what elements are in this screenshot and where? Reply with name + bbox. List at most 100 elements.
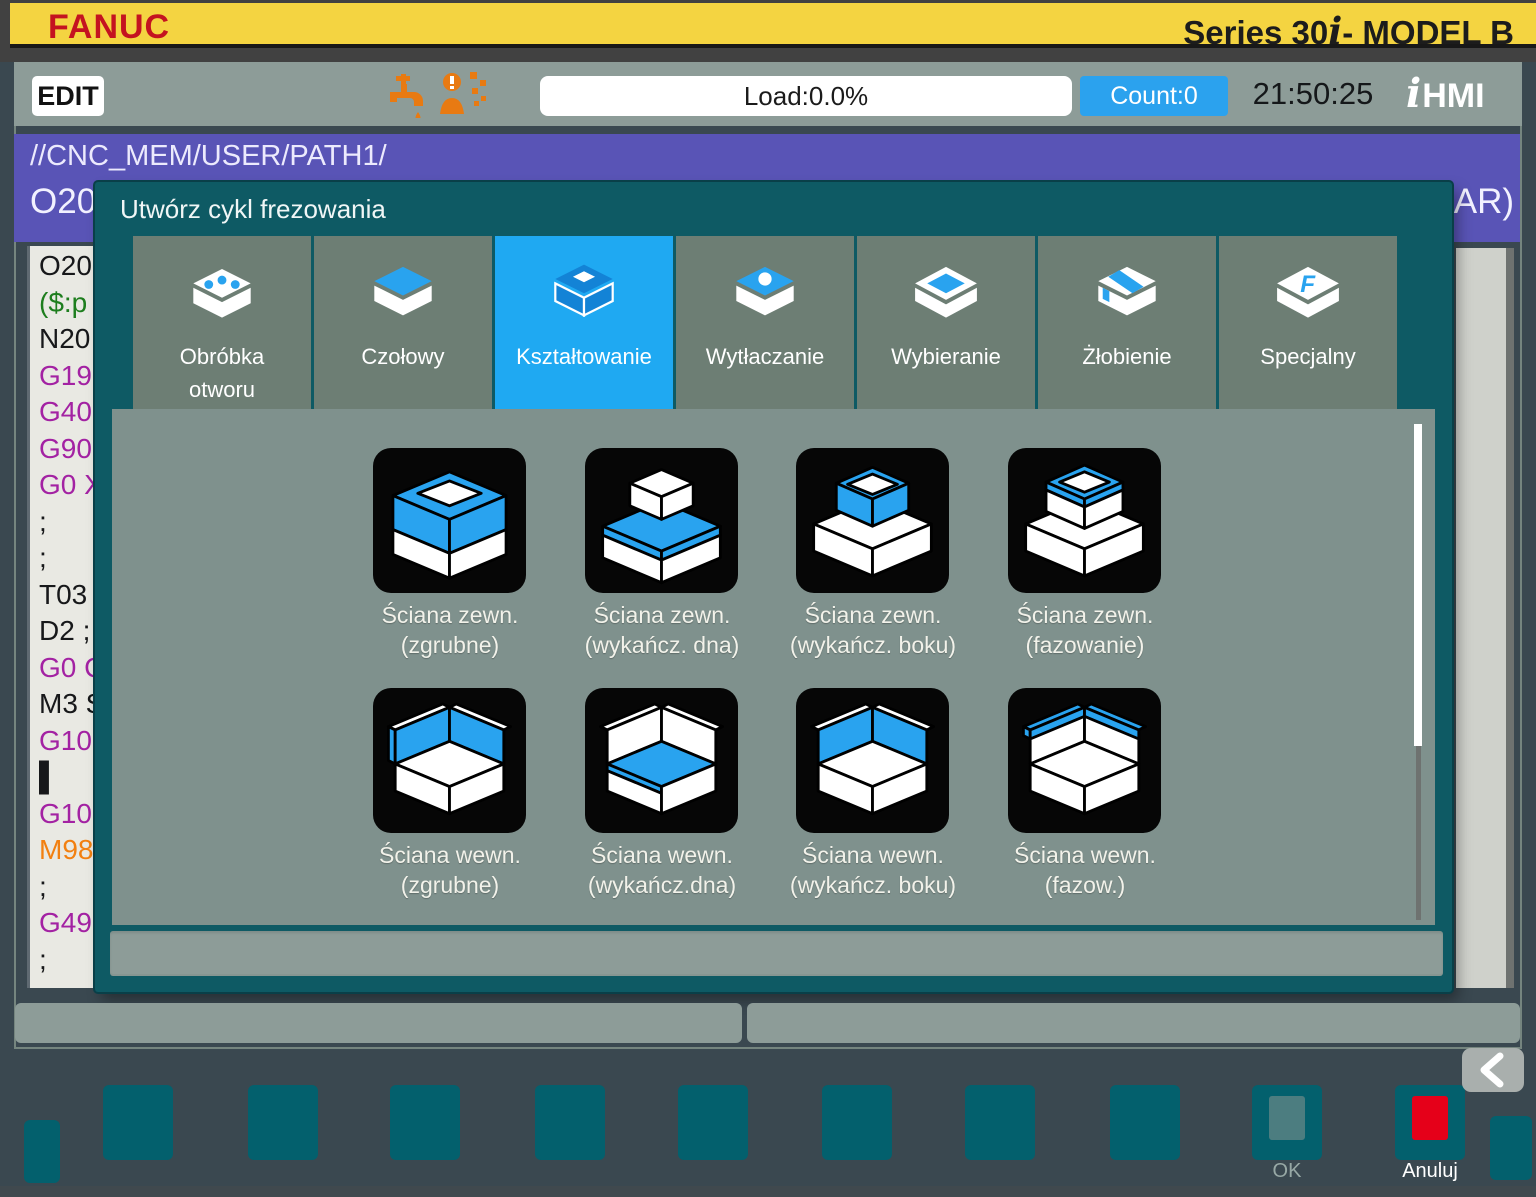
cycle-tile-outer-bottom-finish[interactable]: [585, 448, 738, 593]
series-model-label: Series 30i- MODEL B: [1183, 9, 1514, 53]
fanuc-ihmi-screen: FANUC Series 30i- MODEL B EDIT Load:0.: [0, 0, 1536, 1197]
code-line: G0 C: [39, 652, 101, 684]
dialog-title: Utwórz cykl frezowania: [120, 194, 386, 225]
outer-wall-side-finish-icon: [804, 456, 941, 585]
softkey-blank-8[interactable]: [1110, 1085, 1180, 1160]
code-line: ;: [39, 542, 47, 574]
softkey-blank-4[interactable]: [535, 1085, 605, 1160]
tab-label: Kształtowanie: [495, 340, 673, 373]
message-bar-left: [15, 1003, 742, 1043]
tab-obrobka-otworu[interactable]: Obróbka otworu: [133, 236, 311, 409]
softkey-right-edge[interactable]: [1490, 1116, 1532, 1180]
status-bar: EDIT Load:0.0% Count:0 21:50:25 iHMI: [14, 62, 1522, 126]
dialog-scrollbar-track: [1416, 746, 1421, 920]
program-editor[interactable]: O20 ($:p N20 G19 G40 G90 G0 X ; ; T03 D2…: [27, 246, 101, 988]
softkey-blank-5[interactable]: [678, 1085, 748, 1160]
cancel-label: Anuluj: [1385, 1160, 1475, 1183]
program-number: O20: [30, 182, 96, 222]
tile-label: Ściana wewn.(wykańcz. boku): [753, 840, 993, 900]
softkey-blank-6[interactable]: [822, 1085, 892, 1160]
code-line: ;: [39, 944, 47, 976]
softkey-cancel[interactable]: [1395, 1085, 1465, 1160]
cycle-tile-inner-side-finish[interactable]: [796, 688, 949, 833]
mode-indicator[interactable]: EDIT: [32, 76, 104, 116]
milling-cycle-dialog: Utwórz cykl frezowania Obróbka otworu Cz…: [95, 182, 1452, 992]
tab-label: Obróbka otworu: [133, 340, 311, 406]
tile-label: Ściana zewn.(wykańcz. dna): [542, 600, 782, 660]
tab-czolowy[interactable]: Czołowy: [314, 236, 492, 409]
embossing-iso-icon: [728, 258, 802, 322]
code-line: M3 S: [39, 688, 101, 720]
code-line: ($:p: [39, 287, 87, 319]
brand-strip: FANUC Series 30i- MODEL B: [10, 3, 1536, 48]
code-line: O20: [39, 250, 92, 282]
tile-label: Ściana zewn.(zgrubne): [330, 600, 570, 660]
facing-iso-icon: [366, 258, 440, 322]
code-line: T03: [39, 579, 87, 611]
tile-label: Ściana wewn.(fazow.): [965, 840, 1205, 900]
inner-wall-rough-icon: [381, 696, 518, 825]
cancel-key-face: [1412, 1096, 1448, 1140]
ok-key-face: [1269, 1096, 1305, 1140]
collapse-softkeys-button[interactable]: [1462, 1048, 1524, 1092]
ihmi-logo: iHMI: [1406, 70, 1485, 117]
tab-label: Żłobienie: [1038, 340, 1216, 373]
code-line: M98: [39, 834, 93, 866]
chevron-left-icon: [1462, 1048, 1524, 1092]
code-line: G0 X: [39, 469, 101, 501]
dialog-scrollbar-thumb[interactable]: [1414, 424, 1422, 746]
softkey-blank-3[interactable]: [390, 1085, 460, 1160]
tab-ksztaltowanie[interactable]: Kształtowanie: [495, 236, 673, 409]
text-cursor: ▌: [39, 761, 59, 793]
cycle-tile-outer-rough[interactable]: [373, 448, 526, 593]
operator-alarm-icon: [434, 68, 490, 122]
cycle-tile-inner-rough[interactable]: [373, 688, 526, 833]
outer-wall-bottom-finish-icon: [593, 456, 730, 585]
top-brand-bar: FANUC Series 30i- MODEL B: [0, 0, 1536, 62]
tile-label: Ściana wewn.(zgrubne): [330, 840, 570, 900]
parts-count-button[interactable]: Count:0: [1080, 76, 1228, 116]
code-line: G40: [39, 396, 92, 428]
tab-label: Wybieranie: [857, 340, 1035, 373]
outer-wall-chamfer-icon: [1016, 456, 1153, 585]
dialog-message-bar: [110, 931, 1443, 976]
inner-wall-side-finish-icon: [804, 696, 941, 825]
outer-wall-rough-icon: [381, 456, 518, 585]
tile-label: Ściana zewn.(fazowanie): [965, 600, 1205, 660]
code-line: ;: [39, 506, 47, 538]
tab-wytlaczanie[interactable]: Wytłaczanie: [676, 236, 854, 409]
softkey-blank-2[interactable]: [248, 1085, 318, 1160]
clock: 21:50:25: [1240, 72, 1386, 116]
tab-label: Specjalny: [1219, 340, 1397, 373]
softkey-ok[interactable]: [1252, 1085, 1322, 1160]
tab-label: Wytłaczanie: [676, 340, 854, 373]
softkey-blank-7[interactable]: [965, 1085, 1035, 1160]
svg-text:F: F: [1300, 271, 1316, 298]
code-line: G10: [39, 798, 92, 830]
code-line: G90: [39, 433, 92, 465]
grooving-iso-icon: [1090, 258, 1164, 322]
softkey-edge[interactable]: [24, 1120, 60, 1183]
cycle-tile-outer-chamfer[interactable]: [1008, 448, 1161, 593]
code-line: G49: [39, 907, 92, 939]
tile-label: Ściana wewn.(wykańcz.dna): [542, 840, 782, 900]
special-iso-icon: F: [1271, 258, 1345, 322]
cycle-tile-inner-bottom-finish[interactable]: [585, 688, 738, 833]
code-line: D2 ;: [39, 615, 90, 647]
inner-wall-chamfer-icon: [1016, 696, 1153, 825]
tab-specjalny[interactable]: F Specjalny: [1219, 236, 1397, 409]
cycle-tile-outer-side-finish[interactable]: [796, 448, 949, 593]
editor-scrollbar[interactable]: [1506, 248, 1514, 988]
code-line: ;: [39, 871, 47, 903]
tab-zlobienie[interactable]: Żłobienie: [1038, 236, 1216, 409]
cycle-tile-inner-chamfer[interactable]: [1008, 688, 1161, 833]
softkey-blank-1[interactable]: [103, 1085, 173, 1160]
message-bar-right: [747, 1003, 1520, 1043]
bottom-strip: [0, 1186, 1536, 1197]
code-line: N20: [39, 323, 90, 355]
coolant-icon: [382, 74, 428, 118]
tab-wybieranie[interactable]: Wybieranie: [857, 236, 1035, 409]
fanuc-logo: FANUC: [48, 8, 170, 47]
code-line: G19: [39, 360, 92, 392]
inner-wall-bottom-finish-icon: [593, 696, 730, 825]
